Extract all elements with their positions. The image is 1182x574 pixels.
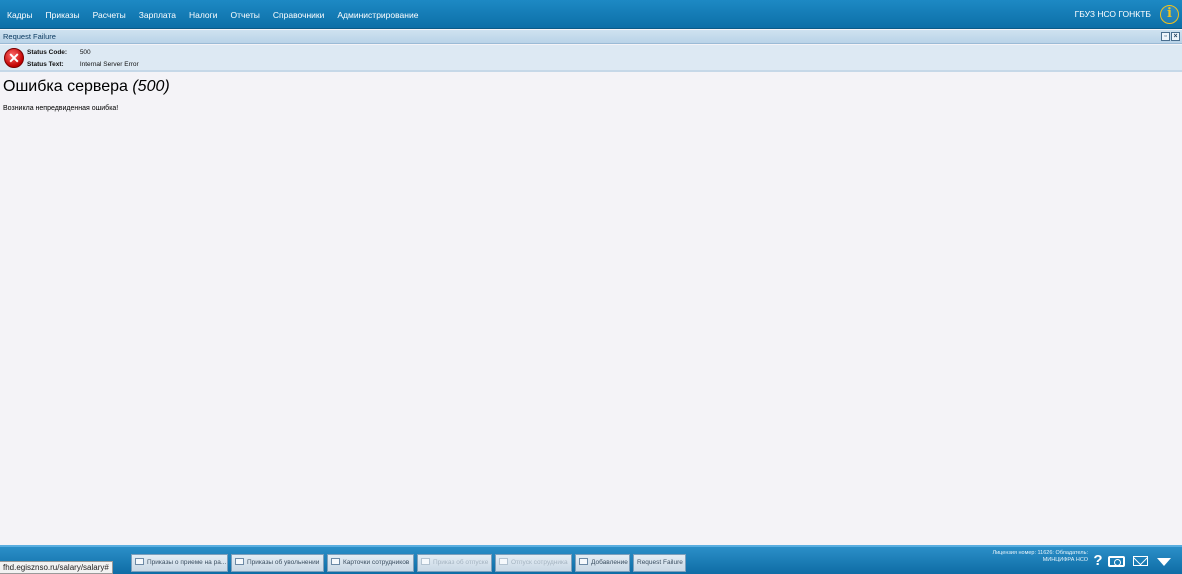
window-icon xyxy=(235,558,244,565)
error-message: Возникла непредвиденная ошибка! xyxy=(3,105,119,112)
window-title: Request Failure xyxy=(3,32,56,41)
status-panel: ✕ Status Code: 500 Status Text: Internal… xyxy=(0,45,1182,72)
camera-icon[interactable] xyxy=(1108,556,1125,567)
task-label: Request Failure xyxy=(637,559,683,566)
status-text-value: Internal Server Error xyxy=(79,61,139,68)
window-title-bar: Request Failure ▫ × xyxy=(0,30,1182,44)
license-line-1: Лицензия номер: 11626: Обладатель: xyxy=(992,550,1089,556)
main-menu: Кадры Приказы Расчеты Зарплата Налоги От… xyxy=(0,0,431,29)
help-icon[interactable]: ? xyxy=(1092,552,1104,570)
mail-icon[interactable] xyxy=(1133,556,1148,566)
menu-item-kadry[interactable]: Кадры xyxy=(7,10,32,20)
task-label: Приказ об отпуске xyxy=(433,559,489,566)
task-prikazy-ob-uvolnenii[interactable]: Приказы об увольнении xyxy=(231,554,324,572)
error-icon: ✕ xyxy=(4,48,24,68)
task-otpusk-sotrudnika[interactable]: Отпуск сотрудника xyxy=(495,554,572,572)
restore-window-icon[interactable]: ▫ xyxy=(1161,32,1170,41)
top-menu-bar: Кадры Приказы Расчеты Зарплата Налоги От… xyxy=(0,0,1182,29)
window-icon xyxy=(499,558,508,565)
main-content: Ошибка сервера (500) Возникла непредвиде… xyxy=(0,74,1182,544)
window-icon xyxy=(421,558,430,565)
info-icon[interactable]: i xyxy=(1160,5,1179,24)
status-text-label: Status Text: xyxy=(27,61,64,68)
menu-item-otchety[interactable]: Отчеты xyxy=(231,10,260,20)
window-icon xyxy=(579,558,588,565)
window-icon xyxy=(331,558,340,565)
task-kartochki-sotrudnikov[interactable]: Карточки сотрудников xyxy=(327,554,414,572)
task-dobavlenie[interactable]: Добавление xyxy=(575,554,630,572)
menu-item-spravochniki[interactable]: Справочники xyxy=(273,10,325,20)
task-label: Карточки сотрудников xyxy=(343,559,410,566)
menu-item-nalogi[interactable]: Налоги xyxy=(189,10,218,20)
menu-item-zarplata[interactable]: Зарплата xyxy=(139,10,176,20)
license-info: Лицензия номер: 11626: Обладатель: МИНЦИ… xyxy=(962,550,1089,564)
status-text-row: Status Text: Internal Server Error xyxy=(27,61,139,68)
error-heading-code: (500) xyxy=(132,78,170,95)
error-heading: Ошибка сервера (500) xyxy=(3,78,170,96)
organization-name: ГБУЗ НСО ГОНКТБ xyxy=(1074,9,1151,19)
error-heading-text: Ошибка сервера xyxy=(3,78,128,95)
menu-item-administrirovanie[interactable]: Администрирование xyxy=(337,10,418,20)
task-label: Добавление xyxy=(591,559,628,566)
close-window-icon[interactable]: × xyxy=(1171,32,1180,41)
status-code-label: Status Code: xyxy=(27,49,68,56)
task-request-failure[interactable]: Request Failure xyxy=(633,554,686,572)
menu-item-raschety[interactable]: Расчеты xyxy=(93,10,126,20)
status-code-value: 500 xyxy=(79,49,91,56)
task-label: Приказы об увольнении xyxy=(247,559,320,566)
taskbar: Приказы о приеме на ра... Приказы об уво… xyxy=(0,545,1182,574)
task-label: Приказы о приеме на ра... xyxy=(147,559,227,566)
browser-status-url: fhd.egisznso.ru/salary/salary# xyxy=(0,561,113,574)
task-prikaz-ob-otpuske[interactable]: Приказ об отпуске xyxy=(417,554,492,572)
window-icon xyxy=(135,558,144,565)
license-line-2: МИНЦИФРА НСО xyxy=(1042,557,1088,563)
task-prikazy-o-prieme[interactable]: Приказы о приеме на ра... xyxy=(131,554,228,572)
arrow-down-icon[interactable] xyxy=(1157,558,1171,566)
task-label: Отпуск сотрудника xyxy=(511,559,568,566)
menu-item-prikazy[interactable]: Приказы xyxy=(45,10,79,20)
status-code-row: Status Code: 500 xyxy=(27,49,91,56)
